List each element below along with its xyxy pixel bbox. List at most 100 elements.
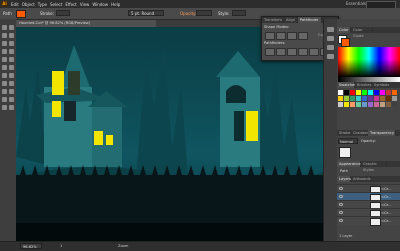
tool-icon[interactable]	[9, 49, 14, 54]
tool-icon[interactable]	[9, 81, 14, 86]
tab-swatches[interactable]: Swatches	[337, 82, 356, 88]
tool-icon[interactable]	[9, 89, 14, 94]
color-swatch[interactable]	[338, 102, 343, 107]
dock-icon[interactable]	[327, 54, 334, 59]
tool-icon[interactable]	[9, 57, 14, 62]
menu-edit[interactable]: Edit	[11, 2, 19, 7]
tool-icon[interactable]	[9, 73, 14, 78]
zoom-level-field[interactable]: 96.62%	[20, 243, 42, 249]
tool-icon[interactable]	[2, 65, 7, 70]
tab-artboards[interactable]: Artboards	[351, 176, 371, 182]
color-swatch[interactable]	[374, 102, 379, 107]
tab-appearance[interactable]: Appearance	[337, 161, 361, 167]
tool-icon[interactable]	[9, 105, 14, 110]
color-swatch[interactable]	[356, 96, 361, 101]
tool-icon[interactable]	[2, 33, 7, 38]
color-swatch[interactable]	[362, 102, 367, 107]
stroke-color-box[interactable]	[341, 38, 350, 47]
color-swatch[interactable]	[356, 102, 361, 107]
tab-color[interactable]: Color	[337, 27, 351, 33]
stroke-weight-dropdown[interactable]	[56, 10, 70, 16]
tool-icon[interactable]	[2, 81, 7, 86]
tab-layers[interactable]: Layers	[337, 176, 351, 182]
visibility-eye-icon[interactable]	[339, 187, 343, 190]
color-swatch[interactable]	[362, 96, 367, 101]
color-swatch[interactable]	[380, 96, 385, 101]
color-swatch[interactable]	[338, 96, 343, 101]
tab-pathfinder[interactable]: Pathfinder	[298, 17, 322, 23]
artboard-number[interactable]: 1	[60, 244, 62, 248]
layer-name[interactable]: <Gr...	[381, 211, 391, 215]
divide-icon[interactable]	[265, 48, 275, 56]
workspace-switcher[interactable]: Essentials	[346, 1, 366, 6]
crop-icon[interactable]	[298, 48, 308, 56]
menu-type[interactable]: Type	[38, 2, 47, 7]
color-swatch[interactable]	[356, 90, 361, 95]
tool-icon[interactable]	[9, 25, 14, 30]
menu-select[interactable]: Select	[50, 2, 62, 7]
layer-name[interactable]: <Gr...	[381, 195, 391, 199]
color-swatch[interactable]	[350, 90, 355, 95]
menu-view[interactable]: View	[80, 2, 90, 7]
merge-icon[interactable]	[287, 48, 297, 56]
color-swatch[interactable]	[344, 102, 349, 107]
color-swatch[interactable]	[392, 102, 397, 107]
tab-gradient[interactable]: Gradient	[351, 130, 369, 136]
menu-object[interactable]: Object	[22, 2, 35, 7]
layer-name[interactable]: <Gr...	[381, 219, 391, 223]
color-swatch[interactable]	[380, 102, 385, 107]
color-swatch[interactable]	[386, 90, 391, 95]
visibility-eye-icon[interactable]	[339, 211, 343, 214]
color-swatch[interactable]	[392, 90, 397, 95]
outline-icon[interactable]	[309, 48, 319, 56]
color-swatch[interactable]	[344, 90, 349, 95]
tool-icon[interactable]	[2, 57, 7, 62]
visibility-eye-icon[interactable]	[339, 203, 343, 206]
tab-brushes[interactable]: Brushes	[355, 82, 372, 88]
tool-icon[interactable]	[2, 73, 7, 78]
color-swatch[interactable]	[374, 90, 379, 95]
tab-transparency[interactable]: Transparency	[368, 130, 396, 136]
color-swatch[interactable]	[368, 90, 373, 95]
tab-graphic-styles[interactable]: Graphic Styles	[361, 161, 387, 172]
document-tab[interactable]: Haunted-Cut* @ 96.62% (RGB/Preview)	[16, 20, 156, 27]
color-swatch[interactable]	[362, 90, 367, 95]
color-swatch[interactable]	[374, 96, 379, 101]
dock-icon[interactable]	[327, 36, 334, 41]
tab-color-guide[interactable]: Color Guide	[351, 27, 373, 38]
fill-swatch[interactable]	[16, 10, 26, 18]
menu-window[interactable]: Window	[92, 2, 108, 7]
minus-front-icon[interactable]	[276, 32, 286, 40]
layer-row[interactable]: <Gr...	[337, 216, 400, 226]
color-swatch[interactable]	[350, 96, 355, 101]
opacity-label[interactable]: Opacity:	[180, 11, 196, 16]
tool-icon[interactable]	[2, 97, 7, 102]
layer-name[interactable]: <Gr...	[381, 187, 391, 191]
color-swatch[interactable]	[386, 96, 391, 101]
color-swatch[interactable]	[380, 90, 385, 95]
style-dropdown[interactable]	[232, 10, 246, 16]
intersect-icon[interactable]	[287, 32, 297, 40]
tool-icon[interactable]	[2, 25, 7, 30]
transparency-thumbnail[interactable]	[339, 147, 351, 158]
tab-stroke[interactable]: Stroke	[337, 130, 351, 136]
swatch-grid[interactable]	[338, 90, 400, 128]
visibility-eye-icon[interactable]	[339, 195, 343, 198]
color-swatch[interactable]	[368, 102, 373, 107]
tool-icon[interactable]	[9, 41, 14, 46]
color-swatch[interactable]	[350, 102, 355, 107]
tab-transform[interactable]: Transform	[262, 17, 284, 23]
color-swatch[interactable]	[338, 90, 343, 95]
tool-icon[interactable]	[2, 89, 7, 94]
brush-dropdown[interactable]: 5 pt. Round	[128, 10, 164, 16]
opacity-field[interactable]	[196, 10, 212, 16]
unite-icon[interactable]	[265, 32, 275, 40]
color-swatch[interactable]	[368, 96, 373, 101]
layer-name[interactable]: <Gr...	[381, 203, 391, 207]
color-spectrum[interactable]	[338, 47, 400, 77]
tool-icon[interactable]	[9, 33, 14, 38]
blend-mode-dropdown[interactable]: Normal	[338, 138, 358, 144]
dock-icon[interactable]	[327, 27, 334, 32]
tab-symbols[interactable]: Symbols	[372, 82, 389, 88]
color-swatch[interactable]	[344, 96, 349, 101]
